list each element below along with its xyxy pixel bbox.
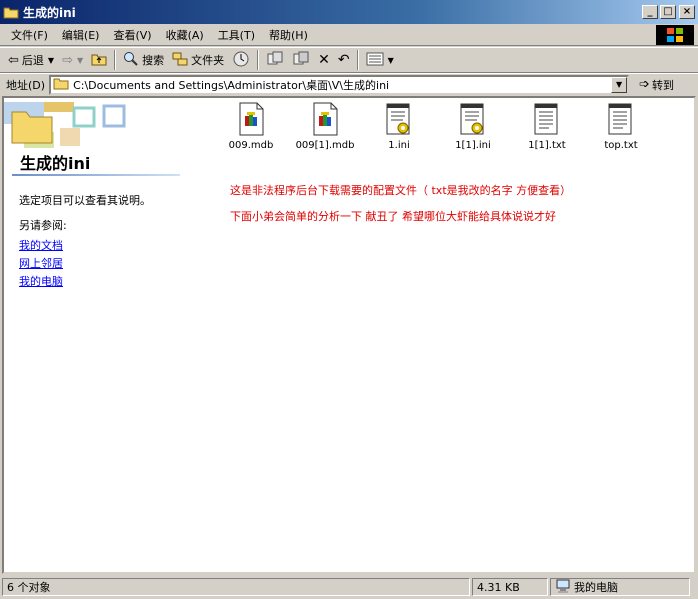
file-item[interactable]: top.txt: [586, 102, 656, 151]
up-folder-button[interactable]: [87, 49, 111, 71]
file-name: 1[1].txt: [528, 140, 566, 151]
link-network-places[interactable]: 网上邻居: [19, 255, 63, 271]
undo-icon: ↶: [337, 52, 350, 68]
address-label: 地址(D): [6, 78, 46, 92]
address-input[interactable]: C:\Documents and Settings\Administrator\…: [49, 74, 630, 95]
file-name: 1.ini: [388, 140, 410, 151]
search-button[interactable]: 搜索: [119, 49, 168, 71]
windows-logo-icon: [656, 25, 694, 45]
toolbar-separator: [257, 50, 260, 70]
views-icon: [366, 52, 384, 69]
delete-button[interactable]: ✕: [314, 49, 334, 71]
selection-hint: 选定项目可以查看其说明。: [19, 194, 151, 207]
up-folder-icon: [91, 52, 107, 69]
toolbar-separator: [356, 50, 359, 70]
forward-arrow-icon: ⇨: [62, 52, 73, 68]
my-computer-icon: [555, 579, 571, 596]
go-arrow-icon: ➩: [639, 77, 650, 92]
folder-icon: [3, 5, 19, 19]
menu-bar: 文件(F) 编辑(E) 查看(V) 收藏(A) 工具(T) 帮助(H): [0, 24, 698, 46]
folders-icon: [172, 51, 188, 70]
copy-to-button[interactable]: [288, 49, 314, 71]
toolbar-separator: [114, 50, 117, 70]
file-name: top.txt: [604, 140, 638, 151]
folder-icon: [53, 76, 69, 93]
chevron-down-icon[interactable]: ▼: [388, 56, 394, 65]
file-item[interactable]: 1.ini: [364, 102, 434, 151]
menu-view[interactable]: 查看(V): [106, 27, 158, 43]
folders-label: 文件夹: [191, 54, 225, 67]
title-divider: [12, 174, 180, 176]
address-bar: 地址(D) C:\Documents and Settings\Administ…: [0, 73, 698, 95]
annotation-line-1: 这是非法程序后台下载需要的配置文件（ txt是我改的名字 方便查看）: [230, 184, 572, 197]
file-item[interactable]: 009[1].mdb: [290, 102, 360, 151]
status-location-label: 我的电脑: [574, 581, 618, 594]
link-my-documents[interactable]: 我的文档: [19, 237, 63, 253]
back-button[interactable]: ⇦ 后退 ▼: [4, 49, 58, 71]
history-icon: [232, 50, 250, 71]
mdb-icon: [235, 102, 267, 136]
status-size: 4.31 KB: [472, 578, 548, 596]
close-button[interactable]: ×: [679, 5, 695, 19]
chevron-down-icon[interactable]: ▼: [77, 56, 83, 65]
file-item[interactable]: 1[1].txt: [512, 102, 582, 151]
file-name: 1[1].ini: [455, 140, 491, 151]
title-bar[interactable]: 生成的ini _ □ ×: [0, 0, 698, 24]
txt-icon: [531, 102, 563, 136]
search-label: 搜索: [142, 54, 165, 67]
address-dropdown-button[interactable]: ▼: [611, 76, 628, 93]
minimize-button[interactable]: _: [642, 5, 658, 19]
move-to-button[interactable]: [262, 49, 288, 71]
ini-icon: [383, 102, 415, 136]
maximize-button[interactable]: □: [660, 5, 676, 19]
move-to-icon: [266, 51, 284, 70]
toolbar: ⇦ 后退 ▼ ⇨ ▼ 搜索 文件夹 ✕ ↶ ▼: [0, 47, 698, 73]
menu-file[interactable]: 文件(F): [4, 27, 55, 43]
undo-button[interactable]: ↶: [334, 49, 354, 71]
status-location: 我的电脑: [550, 578, 690, 596]
views-button[interactable]: ▼: [362, 49, 398, 71]
mdb-icon: [309, 102, 341, 136]
see-also-label: 另请参阅:: [19, 219, 67, 232]
annotation-line-2: 下面小弟会简单的分析一下 献丑了 希望哪位大虾能给具体说说才好: [230, 210, 556, 223]
link-my-computer[interactable]: 我的电脑: [19, 273, 63, 289]
menu-tools[interactable]: 工具(T): [211, 27, 262, 43]
folder-title: 生成的ini: [20, 154, 91, 173]
copy-to-icon: [292, 51, 310, 70]
file-name: 009.mdb: [228, 140, 274, 151]
go-label: 转到: [651, 78, 674, 92]
folders-button[interactable]: 文件夹: [168, 49, 228, 71]
file-name: 009[1].mdb: [295, 140, 355, 151]
txt-icon: [605, 102, 637, 136]
file-item[interactable]: 009.mdb: [216, 102, 286, 151]
back-label: 后退: [21, 54, 44, 67]
menu-edit[interactable]: 编辑(E): [55, 27, 107, 43]
delete-icon: ✕: [318, 52, 330, 68]
window-title: 生成的ini: [23, 5, 76, 20]
history-button[interactable]: [228, 49, 254, 71]
status-bar: 6 个对象 4.31 KB 我的电脑: [0, 575, 698, 599]
file-item[interactable]: 1[1].ini: [438, 102, 508, 151]
folder-view[interactable]: 生成的ini 选定项目可以查看其说明。 另请参阅: 我的文档 网上邻居 我的电脑…: [2, 96, 696, 574]
ini-icon: [457, 102, 489, 136]
status-object-count: 6 个对象: [2, 578, 470, 596]
address-path: C:\Documents and Settings\Administrator\…: [73, 78, 390, 92]
back-arrow-icon: ⇦: [8, 52, 19, 68]
chevron-down-icon[interactable]: ▼: [48, 56, 54, 65]
menu-help[interactable]: 帮助(H): [262, 27, 315, 43]
forward-button[interactable]: ⇨ ▼: [58, 49, 87, 71]
search-icon: [123, 51, 139, 70]
menu-favorites[interactable]: 收藏(A): [159, 27, 211, 43]
go-button[interactable]: ➩ 转到: [639, 77, 674, 93]
